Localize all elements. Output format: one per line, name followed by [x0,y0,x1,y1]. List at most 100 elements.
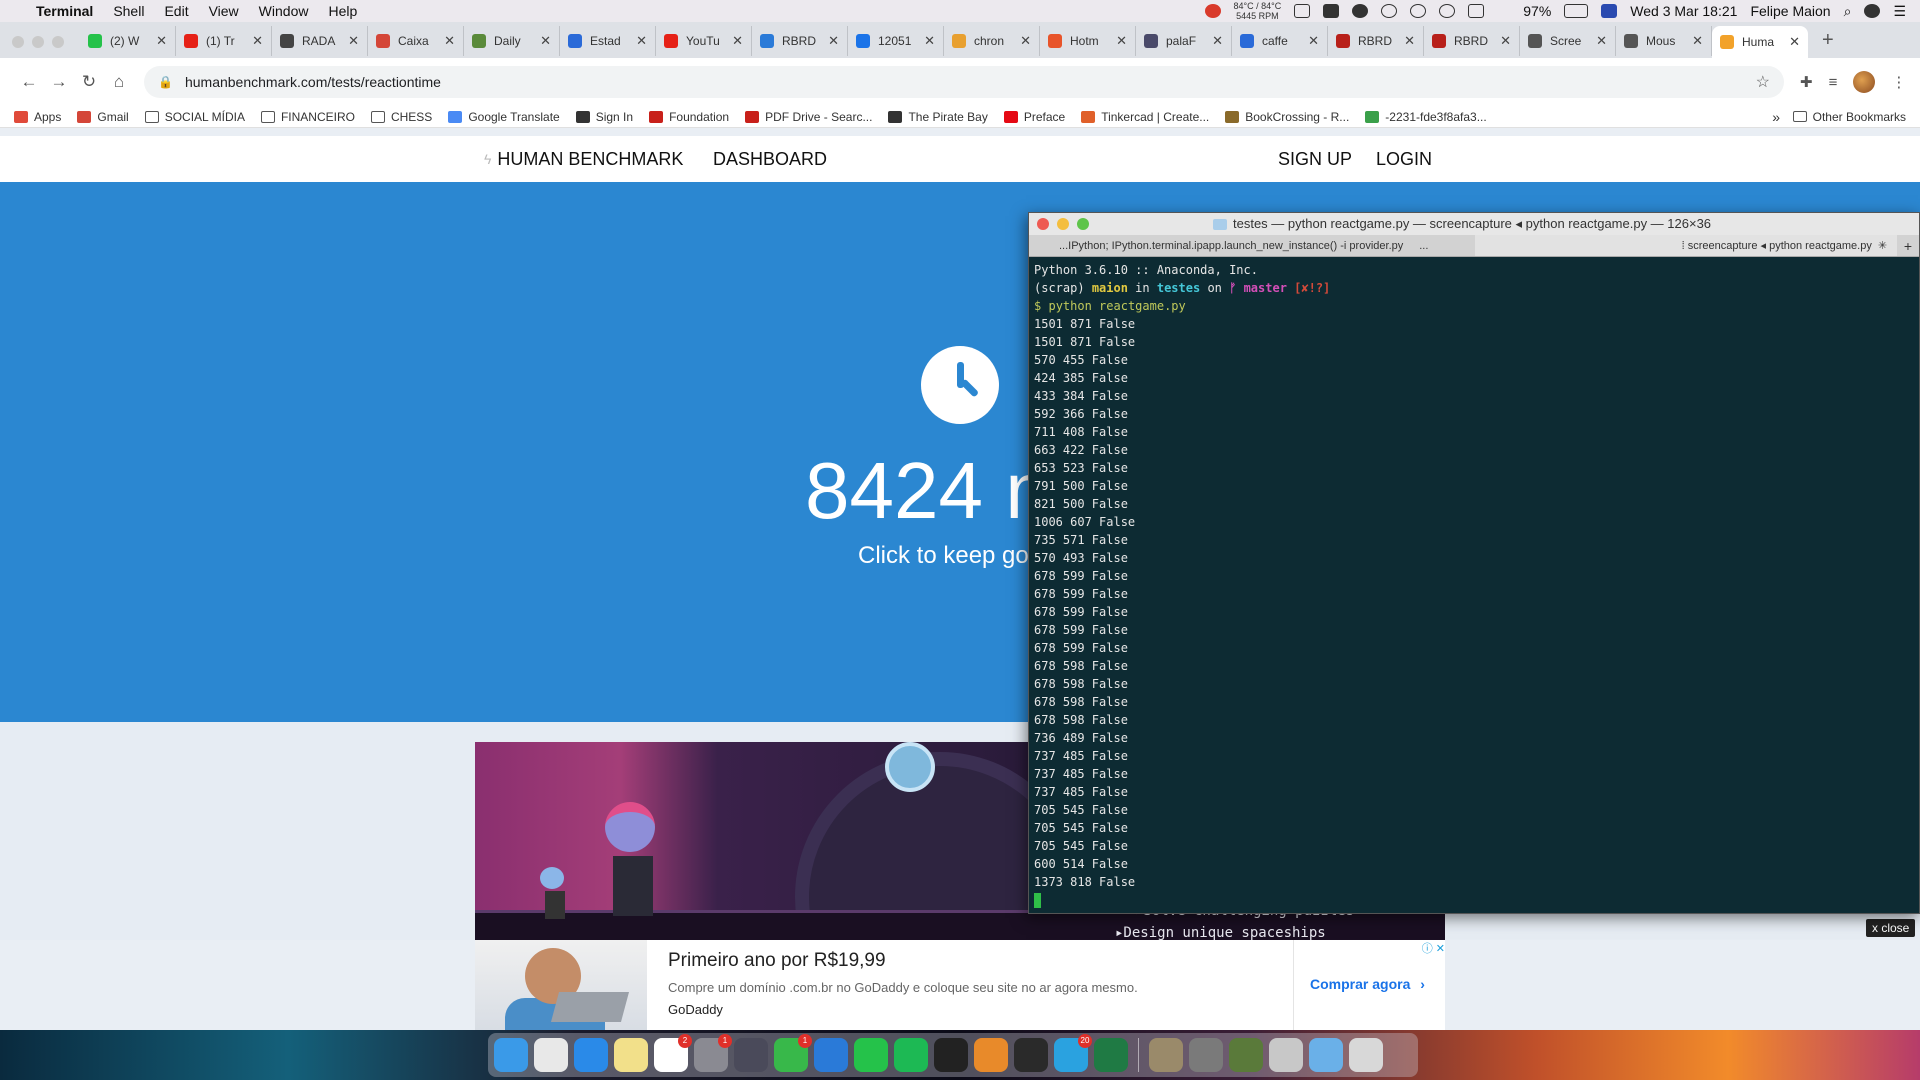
whatsapp-icon[interactable] [854,1038,888,1072]
browser-tab[interactable]: caffe ✕ [1232,26,1328,56]
temperature-readout[interactable]: 84°C / 84°C 5445 RPM [1234,1,1282,21]
close-tab-icon[interactable]: ✕ [1308,33,1319,49]
ad-cta-button[interactable]: Comprar agora › [1310,976,1425,992]
battery-icon[interactable] [1564,4,1589,18]
zoom-window-button[interactable] [52,36,64,48]
sign-up-link[interactable]: SIGN UP [1278,149,1352,170]
close-tab-icon[interactable]: ✕ [924,33,935,49]
terminal-close-button[interactable] [1037,218,1049,230]
airplay-icon[interactable] [1468,4,1485,18]
system-preferences-icon[interactable]: 1 [694,1034,732,1072]
bookmark-item[interactable]: CHESS [370,110,432,124]
vscode-icon[interactable] [814,1038,848,1072]
close-tab-icon[interactable]: ✕ [252,33,263,49]
reading-list-icon[interactable]: ≡ [1829,74,1838,91]
close-tab-icon[interactable]: ✕ [1692,33,1703,49]
input-flag-icon[interactable] [1601,4,1618,18]
bookmark-item[interactable]: Google Translate [448,110,560,124]
control-center-icon[interactable]: ☰ [1893,3,1906,20]
close-tab-icon[interactable]: ✕ [1596,33,1607,49]
browser-tab[interactable]: 12051 ✕ [848,26,944,56]
browser-tab[interactable]: (1) Tr ✕ [176,26,272,56]
bookmark-item[interactable]: Apps [14,110,61,124]
url-text[interactable]: humanbenchmark.com/tests/reactiontime [185,74,441,90]
other-bookmarks-folder[interactable]: Other Bookmarks [1792,110,1906,124]
lock-icon[interactable]: 🔒 [158,75,173,89]
image-app-icon[interactable] [1229,1038,1263,1072]
new-terminal-tab-button[interactable]: + [1897,235,1919,256]
terminal-tab-reactgame[interactable]: ⁞ screencapture ◂ python reactgame.py ✳ [1474,235,1898,256]
bookmark-item[interactable]: The Pirate Bay [888,110,988,124]
minimize-window-button[interactable] [32,36,44,48]
menu-edit[interactable]: Edit [164,3,188,19]
bookmark-item[interactable]: Gmail [77,110,129,124]
browser-tab[interactable]: YouTu ✕ [656,26,752,56]
bookmark-item[interactable]: BookCrossing - R... [1225,110,1349,124]
browser-tab[interactable]: Mous ✕ [1616,26,1712,56]
browser-tab[interactable]: RADA ✕ [272,26,368,56]
printer-icon[interactable] [1269,1038,1303,1072]
menu-view[interactable]: View [209,3,239,19]
safari-icon[interactable] [574,1038,608,1072]
more-bookmarks-chevron-icon[interactable]: » [1772,109,1780,125]
bookmark-item[interactable]: -2231-fde3f8afa3... [1365,110,1487,124]
notification-badge-icon[interactable] [1204,4,1221,18]
home-icon[interactable]: ⌂ [104,72,134,92]
close-ad-button[interactable]: x close [1866,919,1916,937]
terminal-title-bar[interactable]: testes — python reactgame.py — screencap… [1029,213,1919,235]
terminal-zoom-button[interactable] [1077,218,1089,230]
terminal-minimize-button[interactable] [1057,218,1069,230]
terminal-tab-ipython[interactable]: ...IPython; IPython.terminal.ipapp.launc… [1029,235,1475,256]
profile-avatar[interactable] [1853,71,1876,93]
close-tab-icon[interactable]: ✕ [348,33,359,49]
browser-tab[interactable]: Daily ✕ [464,26,560,56]
bookmark-star-icon[interactable]: ☆ [1756,72,1770,92]
login-link[interactable]: LOGIN [1376,149,1432,170]
terminal-output[interactable]: Python 3.6.10 :: Anaconda, Inc. (scrap) m… [1029,257,1919,913]
address-bar[interactable]: 🔒 humanbenchmark.com/tests/reactiontime … [144,66,1784,98]
bookmark-item[interactable]: Sign In [575,110,633,124]
move-icon[interactable] [1439,4,1456,18]
extensions-puzzle-icon[interactable]: ✚ [1800,73,1813,91]
close-tab-icon[interactable]: ✕ [1212,33,1223,49]
browser-tab[interactable]: Huma ✕ [1712,26,1808,58]
vpn-icon[interactable] [1381,4,1398,18]
close-tab-icon[interactable]: ✕ [156,33,167,49]
info-icon[interactable] [1323,4,1340,18]
browser-tab[interactable]: RBRD ✕ [1424,26,1520,56]
trash-icon[interactable] [1349,1038,1383,1072]
screenshot-icon[interactable] [734,1038,768,1072]
close-tab-icon[interactable]: ✕ [828,33,839,49]
close-tab-icon[interactable]: ✕ [1020,33,1031,49]
bookmark-item[interactable]: FINANCEIRO [260,110,355,124]
close-tab-icon[interactable]: ✕ [1404,33,1415,49]
site-logo-link[interactable]: ϟ HUMAN BENCHMARK [484,149,683,170]
chrome-icon[interactable] [534,1038,568,1072]
telegram-icon[interactable]: 20 [1054,1034,1092,1072]
notes-icon[interactable] [614,1038,648,1072]
menu-shell[interactable]: Shell [113,3,144,19]
dashboard-link[interactable]: DASHBOARD [713,149,827,170]
bookmark-item[interactable]: Tinkercad | Create... [1081,110,1209,124]
calendar-icon[interactable]: 2 [654,1034,692,1072]
terminal-window[interactable]: testes — python reactgame.py — screencap… [1028,212,1920,914]
menu-window[interactable]: Window [259,3,309,19]
close-tab-icon[interactable]: ✕ [1500,33,1511,49]
activity-monitor-icon[interactable] [1014,1038,1048,1072]
close-tab-icon[interactable]: ✕ [1789,34,1800,50]
close-window-button[interactable] [12,36,24,48]
browser-tab[interactable]: chron ✕ [944,26,1040,56]
reload-icon[interactable]: ↻ [74,72,104,92]
adchoices-icon[interactable]: ⓘ ✕ [1422,940,1445,956]
terminal-icon[interactable] [934,1038,968,1072]
spotlight-search-icon[interactable]: ⌕ [1844,3,1852,20]
close-tab-icon[interactable]: ✕ [1116,33,1127,49]
downloads-folder-icon[interactable] [1309,1038,1343,1072]
forward-arrow-icon[interactable]: → [44,72,74,92]
chrome-menu-icon[interactable]: ⋮ [1891,73,1906,91]
close-tab-icon[interactable]: ✕ [444,33,455,49]
menu-app-name[interactable]: Terminal [36,3,93,19]
menu-help[interactable]: Help [328,3,357,19]
browser-tab[interactable]: palaF ✕ [1136,26,1232,56]
disk-utility-icon[interactable] [1189,1038,1223,1072]
